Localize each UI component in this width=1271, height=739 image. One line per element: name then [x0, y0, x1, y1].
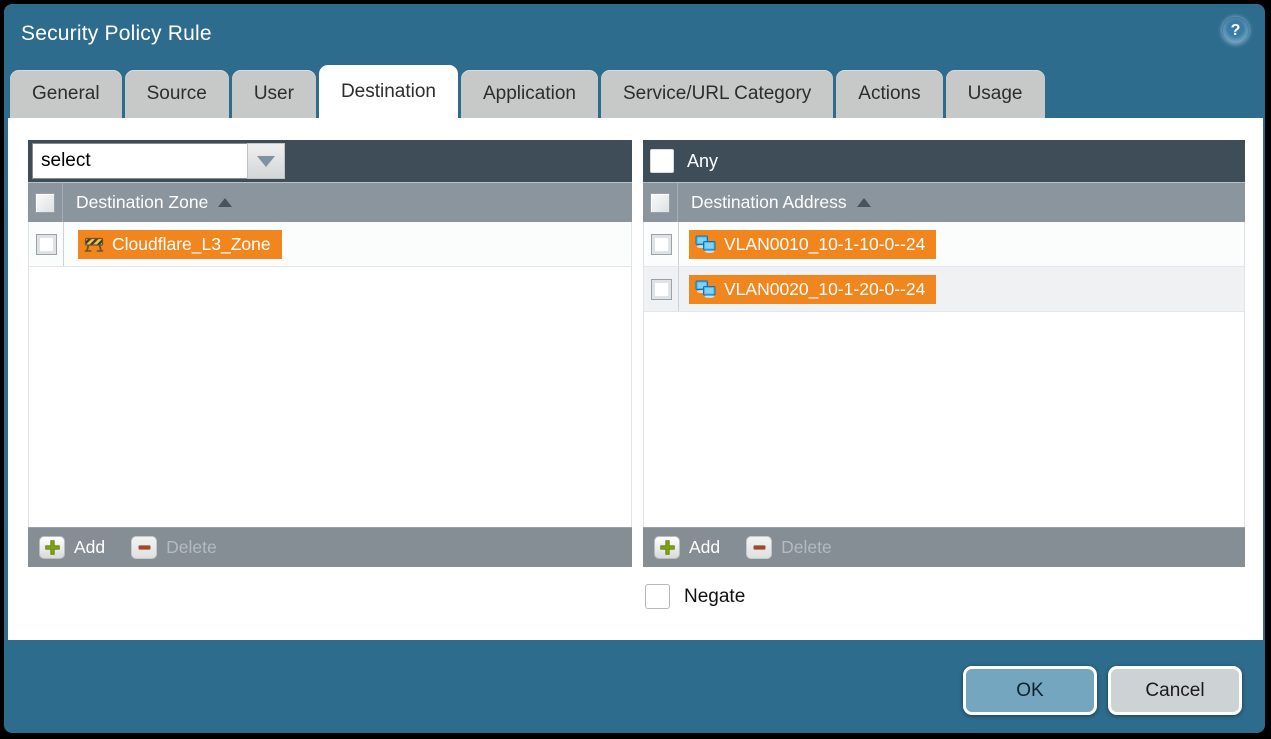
address-item-label: VLAN0020_10-1-20-0--24 [724, 279, 925, 300]
address-row-checkbox[interactable] [651, 234, 672, 255]
tab-service-url-category[interactable]: Service/URL Category [601, 70, 833, 118]
zone-column-header: Destination Zone [28, 182, 632, 222]
zone-icon [84, 236, 104, 253]
network-icon [695, 280, 716, 298]
tab-general[interactable]: General [10, 70, 122, 118]
delete-icon [746, 536, 772, 559]
address-column-label[interactable]: Destination Address [691, 192, 847, 213]
zone-row: Cloudflare_L3_Zone [29, 222, 631, 267]
address-row-checkbox[interactable] [651, 279, 672, 300]
any-checkbox[interactable] [650, 149, 674, 173]
address-footer: Add Delete [643, 527, 1245, 567]
tab-usage[interactable]: Usage [946, 70, 1045, 118]
zone-add-button[interactable]: Add [39, 536, 105, 559]
destination-address-panel: Any Destination Address [643, 140, 1245, 567]
security-policy-rule-dialog: Security Policy Rule ? General Source Us… [4, 4, 1265, 733]
zone-item[interactable]: Cloudflare_L3_Zone [78, 230, 282, 259]
address-add-label: Add [689, 537, 720, 558]
help-icon[interactable]: ? [1222, 17, 1249, 44]
cancel-button[interactable]: Cancel [1108, 666, 1242, 715]
sort-ascending-icon[interactable] [218, 198, 232, 207]
zone-add-label: Add [74, 537, 105, 558]
network-icon [695, 235, 716, 253]
chevron-down-icon [257, 156, 275, 167]
address-add-button[interactable]: Add [654, 536, 720, 559]
negate-label[interactable]: Negate [684, 586, 745, 608]
address-list: VLAN0010_10-1-10-0--24 [643, 222, 1245, 527]
destination-tab-content: Destination Zone [8, 118, 1263, 640]
negate-row: Negate [645, 584, 745, 609]
tab-actions[interactable]: Actions [836, 70, 942, 118]
tab-destination[interactable]: Destination [319, 65, 458, 118]
zone-column-label[interactable]: Destination Zone [76, 192, 208, 213]
zone-select-dropdown-button[interactable] [247, 143, 285, 179]
address-toolbar: Any [643, 140, 1245, 182]
delete-icon [131, 536, 157, 559]
zone-delete-label: Delete [166, 537, 217, 558]
destination-zone-panel: Destination Zone [28, 140, 632, 567]
zone-select-all-checkbox[interactable] [35, 193, 55, 213]
zone-list: Cloudflare_L3_Zone [28, 222, 632, 527]
tab-source[interactable]: Source [125, 70, 229, 118]
address-column-header: Destination Address [643, 182, 1245, 222]
address-header-checkbox-cell [643, 183, 678, 222]
zone-row-checkbox-cell [29, 222, 64, 266]
address-select-all-checkbox[interactable] [650, 193, 670, 213]
zone-item-label: Cloudflare_L3_Zone [112, 234, 271, 255]
negate-checkbox[interactable] [645, 584, 670, 609]
zone-select-input[interactable] [32, 143, 247, 179]
address-item-label: VLAN0010_10-1-10-0--24 [724, 234, 925, 255]
add-icon [39, 536, 65, 559]
address-row: VLAN0010_10-1-10-0--24 [644, 222, 1244, 267]
zone-toolbar [28, 140, 632, 182]
any-wrap: Any [647, 149, 718, 173]
address-delete-label: Delete [781, 537, 832, 558]
sort-ascending-icon[interactable] [857, 198, 871, 207]
address-row-checkbox-cell [644, 267, 679, 311]
tab-user[interactable]: User [232, 70, 316, 118]
zone-delete-button[interactable]: Delete [131, 536, 217, 559]
zone-header-checkbox-cell [28, 183, 63, 222]
ok-button[interactable]: OK [963, 666, 1097, 715]
zone-footer: Add Delete [28, 527, 632, 567]
zone-select-combo [32, 143, 285, 179]
address-item[interactable]: VLAN0020_10-1-20-0--24 [689, 275, 936, 304]
tab-bar: General Source User Destination Applicat… [10, 65, 1045, 118]
any-label[interactable]: Any [687, 151, 718, 172]
address-row: VLAN0020_10-1-20-0--24 [644, 267, 1244, 312]
address-item[interactable]: VLAN0010_10-1-10-0--24 [689, 230, 936, 259]
address-row-checkbox-cell [644, 222, 679, 266]
zone-row-checkbox[interactable] [36, 234, 57, 255]
add-icon [654, 536, 680, 559]
tab-application[interactable]: Application [461, 70, 598, 118]
dialog-title: Security Policy Rule [21, 22, 212, 46]
address-delete-button[interactable]: Delete [746, 536, 832, 559]
